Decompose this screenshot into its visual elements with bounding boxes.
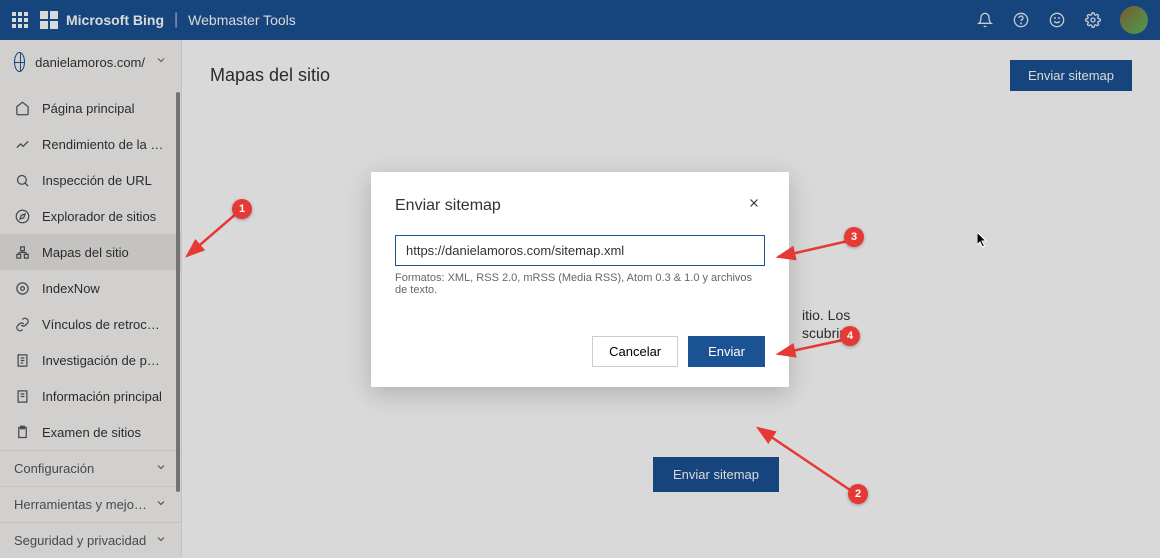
modal-title: Enviar sitemap bbox=[395, 197, 501, 215]
submit-button[interactable]: Enviar bbox=[688, 336, 765, 367]
submit-sitemap-modal: Enviar sitemap Formatos: XML, RSS 2.0, m… bbox=[371, 172, 789, 387]
cancel-button[interactable]: Cancelar bbox=[592, 336, 678, 367]
sitemap-url-input[interactable] bbox=[395, 235, 765, 266]
format-hint: Formatos: XML, RSS 2.0, mRSS (Media RSS)… bbox=[395, 272, 765, 296]
close-icon[interactable] bbox=[743, 192, 765, 219]
